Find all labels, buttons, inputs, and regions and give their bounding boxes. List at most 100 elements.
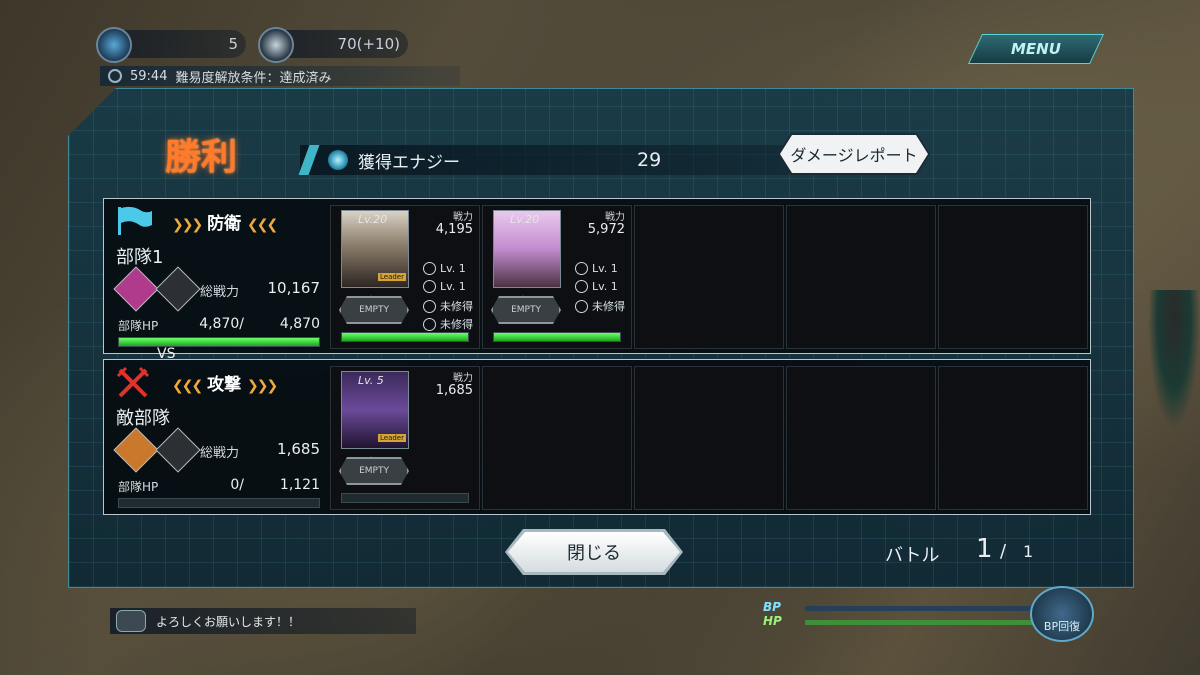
timer-value: 59:44 <box>130 68 168 84</box>
defense-info: ❯❯❯ 防衛 ❮❮❮ 部隊1 総戦力 10,167 部隊HP 4,870/ 4,… <box>104 199 324 353</box>
power-value: 5,972 <box>587 222 625 237</box>
unit-hp-current: 4,870/ <box>199 316 244 332</box>
energy-label: 獲得エナジー <box>358 152 460 173</box>
hp-bar <box>805 620 1035 625</box>
energy-accent <box>298 145 320 175</box>
unit-hp-fill <box>119 338 319 346</box>
chevron-right-icon: ❯❯❯ <box>172 217 203 233</box>
power-label: 戦力 <box>453 373 473 384</box>
empty-slot <box>938 366 1088 510</box>
empty-slot <box>938 205 1088 349</box>
defense-row: ❯❯❯ 防衛 ❮❮❮ 部隊1 総戦力 10,167 部隊HP 4,870/ 4,… <box>103 198 1091 354</box>
empty-slot <box>482 366 632 510</box>
rank-icon <box>113 427 159 473</box>
empty-support-slot[interactable]: EMPTY <box>339 457 409 485</box>
timer-bar: 59:44 難易度解放条件：達成済み <box>100 66 460 86</box>
class-icon <box>155 266 201 312</box>
stamina-value: 5 <box>228 35 238 53</box>
menu-button[interactable]: MENU <box>968 34 1104 64</box>
stat-row: Lv. 1 <box>575 280 618 293</box>
stat-row: 未修得 <box>423 316 473 332</box>
gauge-icon <box>258 27 294 63</box>
leader-badge: Leader <box>377 434 406 442</box>
chevron-right-icon: ❯❯❯ <box>247 378 278 394</box>
crystal-icon <box>96 27 132 63</box>
unit-hp-bar <box>118 337 320 347</box>
character-portrait[interactable]: Lv. 5 Leader <box>341 371 409 449</box>
total-power-label: 総戦力 <box>200 446 240 461</box>
victory-title: 勝利 <box>165 137 238 178</box>
level-label: Lv.20 <box>358 213 388 226</box>
chat-bar[interactable]: よろしくお願いします！！ <box>110 608 416 634</box>
total-power-value: 1,685 <box>277 440 320 458</box>
damage-report-button[interactable]: ダメージレポート <box>780 135 928 173</box>
unit-hp-label: 部隊HP <box>118 319 159 333</box>
unit-hp-label: 部隊HP <box>118 480 159 494</box>
member-hp-fill <box>342 333 468 341</box>
stat-value: Lv. 1 <box>440 262 466 275</box>
bp-bar <box>805 606 1035 611</box>
character-portrait[interactable]: Lv.20 Leader <box>341 210 409 288</box>
energy-icon <box>328 150 348 170</box>
stat-row: Lv. 1 <box>423 262 466 275</box>
close-button[interactable]: 閉じる <box>508 532 680 572</box>
stat-value: Lv. 1 <box>592 280 618 293</box>
bp-recover-button[interactable]: BP回復 <box>1030 586 1094 642</box>
defense-tag: ❯❯❯ 防衛 ❮❮❮ <box>172 209 278 234</box>
stat-row: Lv. 1 <box>423 280 466 293</box>
member-hp-bar <box>341 493 469 503</box>
member-hp-fill <box>494 333 620 341</box>
member-slot-2[interactable]: Lv.20 ︿ EMPTY 戦力 5,972 Lv. 1 Lv. 1 未修得 <box>482 205 632 349</box>
stat-value: Lv. 1 <box>440 280 466 293</box>
hp-label: HP <box>763 614 782 628</box>
power-label: 戦力 <box>605 212 625 223</box>
bp-recover-label: BP回復 <box>1043 620 1081 633</box>
battle-total: 1 <box>1023 542 1034 561</box>
stat-row: 未修得 <box>575 298 625 314</box>
stat-value: 未修得 <box>440 318 473 331</box>
chat-bubble-icon <box>116 610 146 632</box>
empty-slot <box>786 205 936 349</box>
sword-icon <box>575 280 588 293</box>
unlock-condition: 難易度解放条件：達成済み <box>175 70 332 86</box>
attack-tag: ❮❮❮ 攻撃 ❯❯❯ <box>172 370 278 395</box>
empty-slot <box>634 205 784 349</box>
attack-info: ❮❮❮ 攻撃 ❯❯❯ 敵部隊 総戦力 1,685 部隊HP 0/ 1,121 <box>104 360 324 514</box>
defense-label: 防衛 <box>207 214 242 234</box>
empty-support-slot[interactable]: EMPTY <box>491 296 561 324</box>
energy-bar: 獲得エナジー 29 <box>298 145 800 175</box>
attack-label: 攻撃 <box>207 375 242 395</box>
character-portrait[interactable]: Lv.20 <box>493 210 561 288</box>
member-slot-1[interactable]: Lv. 5 Leader ︿ EMPTY 戦力 1,685 <box>330 366 480 510</box>
attack-row: ❮❮❮ 攻撃 ❯❯❯ 敵部隊 総戦力 1,685 部隊HP 0/ 1,121 L… <box>103 359 1091 515</box>
member-slot-1[interactable]: Lv.20 Leader ︿ EMPTY 戦力 4,195 Lv. 1 Lv. … <box>330 205 480 349</box>
clock-icon <box>108 69 122 83</box>
menu-label: MENU <box>1011 40 1061 58</box>
energy-value: 29 <box>637 149 662 171</box>
ap-indicator: 70(+10) <box>258 27 408 63</box>
bp-label: BP <box>763 600 781 614</box>
rank-icon <box>113 266 159 312</box>
empty-support-slot[interactable]: EMPTY <box>339 296 409 324</box>
crossed-swords-icon <box>116 366 150 398</box>
class-icon <box>155 427 201 473</box>
unit-hp-max: 1,121 <box>279 477 320 493</box>
stat-value: 未修得 <box>592 300 625 313</box>
unit-name: 部隊1 <box>116 247 164 268</box>
enemy-character-sprite <box>1148 290 1200 430</box>
battle-current: 1 <box>976 534 993 564</box>
unit-hp-bar <box>118 498 320 508</box>
skill-icon <box>423 262 436 275</box>
ap-value: 70(+10) <box>337 35 400 53</box>
flag-icon <box>118 206 152 235</box>
total-power-label: 総戦力 <box>200 285 240 300</box>
member-hp-bar <box>493 332 621 342</box>
level-label: Lv.20 <box>510 213 540 226</box>
level-label: Lv. 5 <box>358 374 384 387</box>
sword-icon <box>423 280 436 293</box>
battle-separator: / <box>1000 541 1007 562</box>
empty-slot <box>634 366 784 510</box>
chevron-left-icon: ❮❮❮ <box>172 378 203 394</box>
total-power-value: 10,167 <box>267 279 321 297</box>
battle-label: バトル <box>885 545 940 566</box>
